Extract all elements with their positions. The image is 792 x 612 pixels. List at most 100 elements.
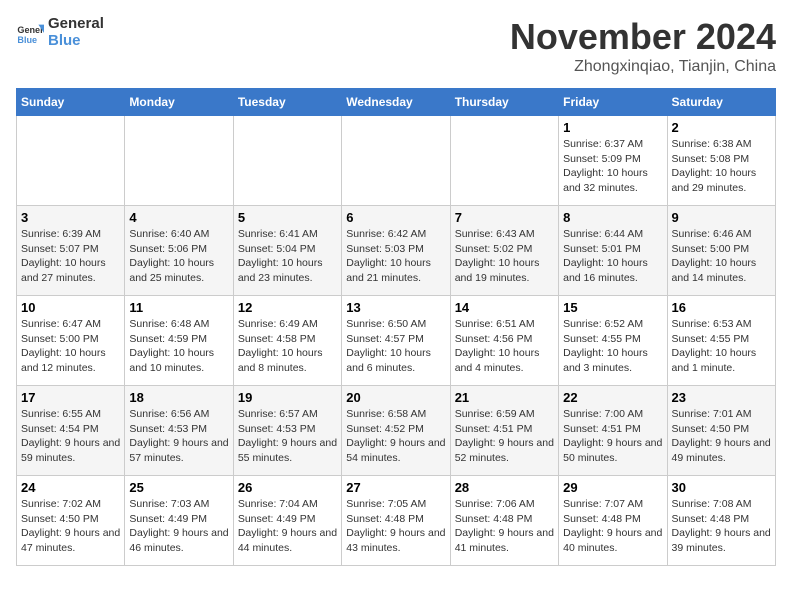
calendar-header-row: SundayMondayTuesdayWednesdayThursdayFrid… <box>17 89 776 116</box>
day-info: Sunrise: 7:05 AM Sunset: 4:48 PM Dayligh… <box>346 497 445 556</box>
day-number: 16 <box>672 300 771 315</box>
calendar-cell: 24 Sunrise: 7:02 AM Sunset: 4:50 PM Dayli… <box>17 476 125 566</box>
calendar-week-row: 3 Sunrise: 6:39 AM Sunset: 5:07 PM Daylig… <box>17 206 776 296</box>
calendar-cell: 23 Sunrise: 7:01 AM Sunset: 4:50 PM Dayli… <box>667 386 775 476</box>
calendar-cell: 27 Sunrise: 7:05 AM Sunset: 4:48 PM Dayli… <box>342 476 450 566</box>
day-number: 17 <box>21 390 120 405</box>
day-info: Sunrise: 7:02 AM Sunset: 4:50 PM Dayligh… <box>21 497 120 556</box>
day-info: Sunrise: 6:53 AM Sunset: 4:55 PM Dayligh… <box>672 317 771 376</box>
day-number: 14 <box>455 300 554 315</box>
calendar-cell <box>233 116 341 206</box>
day-info: Sunrise: 6:51 AM Sunset: 4:56 PM Dayligh… <box>455 317 554 376</box>
day-info: Sunrise: 6:39 AM Sunset: 5:07 PM Dayligh… <box>21 227 120 286</box>
day-number: 29 <box>563 480 662 495</box>
month-title: November 2024 <box>510 16 776 58</box>
day-number: 7 <box>455 210 554 225</box>
day-number: 24 <box>21 480 120 495</box>
day-info: Sunrise: 7:00 AM Sunset: 4:51 PM Dayligh… <box>563 407 662 466</box>
day-info: Sunrise: 6:49 AM Sunset: 4:58 PM Dayligh… <box>238 317 337 376</box>
day-number: 10 <box>21 300 120 315</box>
logo-line1: General <box>48 16 104 33</box>
day-number: 21 <box>455 390 554 405</box>
day-info: Sunrise: 6:52 AM Sunset: 4:55 PM Dayligh… <box>563 317 662 376</box>
day-info: Sunrise: 6:43 AM Sunset: 5:02 PM Dayligh… <box>455 227 554 286</box>
calendar-cell: 11Sunrise: 6:48 AM Sunset: 4:59 PM Dayli… <box>125 296 233 386</box>
calendar-cell: 8Sunrise: 6:44 AM Sunset: 5:01 PM Daylig… <box>559 206 667 296</box>
day-number: 30 <box>672 480 771 495</box>
calendar-cell: 5 Sunrise: 6:41 AM Sunset: 5:04 PM Daylig… <box>233 206 341 296</box>
calendar-cell: 15Sunrise: 6:52 AM Sunset: 4:55 PM Dayli… <box>559 296 667 386</box>
calendar-cell: 30 Sunrise: 7:08 AM Sunset: 4:48 PM Dayli… <box>667 476 775 566</box>
weekday-header: Friday <box>559 89 667 116</box>
calendar-cell: 2 Sunrise: 6:38 AM Sunset: 5:08 PM Daylig… <box>667 116 775 206</box>
day-info: Sunrise: 7:03 AM Sunset: 4:49 PM Dayligh… <box>129 497 228 556</box>
day-number: 8 <box>563 210 662 225</box>
day-info: Sunrise: 7:07 AM Sunset: 4:48 PM Dayligh… <box>563 497 662 556</box>
svg-text:Blue: Blue <box>17 34 37 44</box>
calendar-cell: 29 Sunrise: 7:07 AM Sunset: 4:48 PM Dayli… <box>559 476 667 566</box>
calendar-week-row: 17 Sunrise: 6:55 AM Sunset: 4:54 PM Dayli… <box>17 386 776 476</box>
calendar-cell <box>125 116 233 206</box>
calendar-cell: 25 Sunrise: 7:03 AM Sunset: 4:49 PM Dayli… <box>125 476 233 566</box>
day-number: 22 <box>563 390 662 405</box>
calendar-cell: 6Sunrise: 6:42 AM Sunset: 5:03 PM Daylig… <box>342 206 450 296</box>
calendar-cell: 14 Sunrise: 6:51 AM Sunset: 4:56 PM Dayli… <box>450 296 558 386</box>
calendar-cell: 22 Sunrise: 7:00 AM Sunset: 4:51 PM Dayli… <box>559 386 667 476</box>
weekday-header: Saturday <box>667 89 775 116</box>
calendar-cell: 1 Sunrise: 6:37 AM Sunset: 5:09 PM Daylig… <box>559 116 667 206</box>
day-info: Sunrise: 7:08 AM Sunset: 4:48 PM Dayligh… <box>672 497 771 556</box>
day-number: 12 <box>238 300 337 315</box>
location: Zhongxinqiao, Tianjin, China <box>510 58 776 76</box>
day-info: Sunrise: 6:55 AM Sunset: 4:54 PM Dayligh… <box>21 407 120 466</box>
day-info: Sunrise: 6:37 AM Sunset: 5:09 PM Dayligh… <box>563 137 662 196</box>
calendar-cell: 12 Sunrise: 6:49 AM Sunset: 4:58 PM Dayli… <box>233 296 341 386</box>
day-number: 18 <box>129 390 228 405</box>
day-info: Sunrise: 7:06 AM Sunset: 4:48 PM Dayligh… <box>455 497 554 556</box>
weekday-header: Monday <box>125 89 233 116</box>
logo: General Blue General Blue <box>16 16 104 49</box>
calendar-cell: 20 Sunrise: 6:58 AM Sunset: 4:52 PM Dayli… <box>342 386 450 476</box>
day-info: Sunrise: 6:38 AM Sunset: 5:08 PM Dayligh… <box>672 137 771 196</box>
calendar-cell: 16 Sunrise: 6:53 AM Sunset: 4:55 PM Dayli… <box>667 296 775 386</box>
day-info: Sunrise: 7:04 AM Sunset: 4:49 PM Dayligh… <box>238 497 337 556</box>
calendar-cell <box>342 116 450 206</box>
calendar-cell <box>17 116 125 206</box>
calendar-cell: 9Sunrise: 6:46 AM Sunset: 5:00 PM Daylig… <box>667 206 775 296</box>
day-info: Sunrise: 6:59 AM Sunset: 4:51 PM Dayligh… <box>455 407 554 466</box>
day-number: 3 <box>21 210 120 225</box>
day-number: 20 <box>346 390 445 405</box>
day-info: Sunrise: 6:41 AM Sunset: 5:04 PM Dayligh… <box>238 227 337 286</box>
day-number: 27 <box>346 480 445 495</box>
day-info: Sunrise: 6:56 AM Sunset: 4:53 PM Dayligh… <box>129 407 228 466</box>
calendar-table: SundayMondayTuesdayWednesdayThursdayFrid… <box>16 88 776 566</box>
calendar-cell <box>450 116 558 206</box>
weekday-header: Tuesday <box>233 89 341 116</box>
header: General Blue General Blue November 2024 … <box>16 16 776 76</box>
day-info: Sunrise: 6:50 AM Sunset: 4:57 PM Dayligh… <box>346 317 445 376</box>
day-number: 4 <box>129 210 228 225</box>
calendar-cell: 17 Sunrise: 6:55 AM Sunset: 4:54 PM Dayli… <box>17 386 125 476</box>
logo-icon: General Blue <box>16 19 44 47</box>
day-number: 5 <box>238 210 337 225</box>
day-number: 6 <box>346 210 445 225</box>
day-number: 25 <box>129 480 228 495</box>
day-number: 28 <box>455 480 554 495</box>
calendar-cell: 10 Sunrise: 6:47 AM Sunset: 5:00 PM Dayli… <box>17 296 125 386</box>
calendar-cell: 13Sunrise: 6:50 AM Sunset: 4:57 PM Dayli… <box>342 296 450 386</box>
day-number: 23 <box>672 390 771 405</box>
day-number: 11 <box>129 300 228 315</box>
calendar-week-row: 1 Sunrise: 6:37 AM Sunset: 5:09 PM Daylig… <box>17 116 776 206</box>
day-number: 1 <box>563 120 662 135</box>
day-info: Sunrise: 7:01 AM Sunset: 4:50 PM Dayligh… <box>672 407 771 466</box>
day-info: Sunrise: 6:58 AM Sunset: 4:52 PM Dayligh… <box>346 407 445 466</box>
title-section: November 2024 Zhongxinqiao, Tianjin, Chi… <box>510 16 776 76</box>
calendar-cell: 18 Sunrise: 6:56 AM Sunset: 4:53 PM Dayli… <box>125 386 233 476</box>
calendar-cell: 21 Sunrise: 6:59 AM Sunset: 4:51 PM Dayli… <box>450 386 558 476</box>
day-info: Sunrise: 6:57 AM Sunset: 4:53 PM Dayligh… <box>238 407 337 466</box>
weekday-header: Wednesday <box>342 89 450 116</box>
day-info: Sunrise: 6:47 AM Sunset: 5:00 PM Dayligh… <box>21 317 120 376</box>
day-number: 9 <box>672 210 771 225</box>
calendar-cell: 19Sunrise: 6:57 AM Sunset: 4:53 PM Dayli… <box>233 386 341 476</box>
day-info: Sunrise: 6:40 AM Sunset: 5:06 PM Dayligh… <box>129 227 228 286</box>
day-number: 2 <box>672 120 771 135</box>
